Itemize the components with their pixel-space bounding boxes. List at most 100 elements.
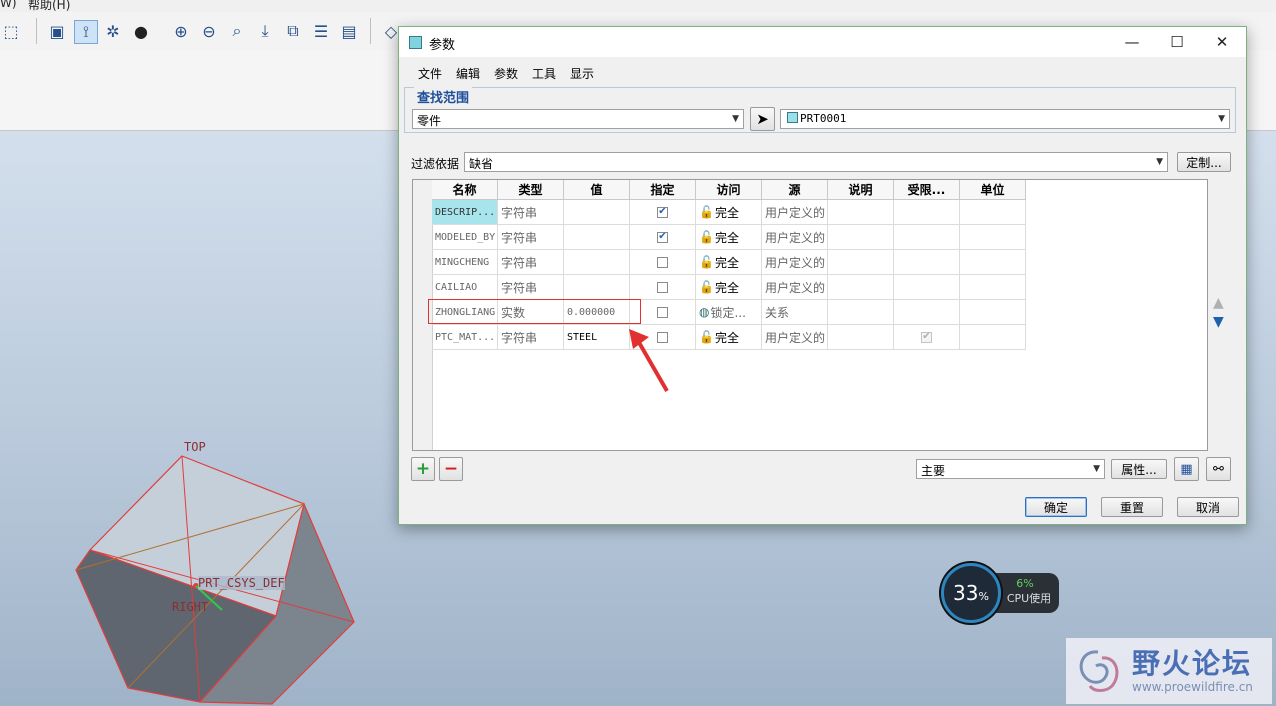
col-restricted[interactable]: 受限... (894, 180, 960, 200)
reset-button[interactable]: 重置 (1101, 497, 1163, 517)
menu-tools[interactable]: 工具 (532, 65, 556, 82)
table-row[interactable]: DESCRIP... 字符串 ✔ 🔓 完全 用户定义的 (432, 200, 1026, 225)
restricted-cell[interactable]: ✔ (894, 325, 960, 350)
unit-cell[interactable] (960, 325, 1026, 350)
col-name[interactable]: 名称 (432, 180, 498, 200)
col-unit[interactable]: 单位 (960, 180, 1026, 200)
unit-cell[interactable] (960, 200, 1026, 225)
table-row[interactable]: PTC_MAT... 字符串 STEEL 🔓 完全 用户定义的 ✔ (432, 325, 1026, 350)
designate-cell[interactable]: ✔ (630, 225, 696, 250)
reorient-icon[interactable]: ⤓ (254, 20, 276, 42)
remove-parameter-button[interactable]: − (439, 457, 463, 481)
param-name-cell[interactable]: DESCRIP... (432, 200, 498, 225)
unit-cell[interactable] (960, 250, 1026, 275)
description-cell[interactable] (828, 250, 894, 275)
checkbox-unchecked[interactable] (657, 256, 668, 268)
source-cell[interactable]: 关系 (762, 300, 828, 325)
saved-views-icon[interactable]: ⧉ (282, 20, 304, 42)
table-row[interactable]: MODELED_BY 字符串 ✔ 🔓 完全 用户定义的 (432, 225, 1026, 250)
table-columns-button[interactable]: ▦ (1174, 457, 1199, 481)
param-value-cell[interactable] (564, 250, 630, 275)
access-cell[interactable]: 🔓 完全 (696, 200, 762, 225)
menu-help[interactable]: 帮助(H) (28, 0, 70, 12)
filter-select[interactable]: 缺省 ▼ (464, 152, 1168, 172)
restricted-cell[interactable] (894, 250, 960, 275)
appearance-icon[interactable]: ▤ (338, 20, 360, 42)
menu-edit[interactable]: 编辑 (456, 65, 480, 82)
datum-display-icon[interactable]: ⟟ (74, 20, 98, 44)
param-name-cell[interactable]: MINGCHENG (432, 250, 498, 275)
param-type-cell[interactable]: 字符串 (498, 325, 564, 350)
layers-icon[interactable]: ☰ (310, 20, 332, 42)
menu-window[interactable]: W) (0, 0, 17, 10)
col-designate[interactable]: 指定 (630, 180, 696, 200)
ok-button[interactable]: 确定 (1025, 497, 1087, 517)
close-button[interactable]: ✕ (1199, 27, 1245, 57)
description-cell[interactable] (828, 200, 894, 225)
scope-type-select[interactable]: 零件 ▼ (412, 109, 744, 129)
param-type-cell[interactable]: 字符串 (498, 200, 564, 225)
move-up-icon[interactable]: ▲ (1213, 295, 1229, 311)
restricted-cell[interactable] (894, 200, 960, 225)
checkbox-unchecked[interactable] (657, 306, 668, 318)
param-value-cell[interactable] (564, 200, 630, 225)
menu-display[interactable]: 显示 (570, 65, 594, 82)
add-parameter-button[interactable]: + (411, 457, 435, 481)
zoom-in-icon[interactable]: ⊕ (170, 20, 192, 42)
description-cell[interactable] (828, 325, 894, 350)
param-name-cell[interactable]: CAILIAO (432, 275, 498, 300)
move-down-icon[interactable]: ▼ (1213, 311, 1229, 333)
col-source[interactable]: 源 (762, 180, 828, 200)
spin-center-icon[interactable]: ✲ (102, 20, 124, 42)
access-cell[interactable]: 🔓 完全 (696, 325, 762, 350)
source-cell[interactable]: 用户定义的 (762, 275, 828, 300)
refit-icon[interactable]: ⌕ (226, 20, 248, 42)
col-description[interactable]: 说明 (828, 180, 894, 200)
minimize-button[interactable]: — (1109, 27, 1155, 57)
param-type-cell[interactable]: 字符串 (498, 250, 564, 275)
unit-cell[interactable] (960, 275, 1026, 300)
param-value-cell[interactable] (564, 225, 630, 250)
table-row[interactable]: CAILIAO 字符串 🔓 完全 用户定义的 (432, 275, 1026, 300)
param-value-cell[interactable] (564, 275, 630, 300)
unit-cell[interactable] (960, 225, 1026, 250)
find-button[interactable]: ⚯ (1206, 457, 1231, 481)
param-value-cell[interactable]: STEEL (564, 325, 630, 350)
repaint-icon[interactable]: ▣ (46, 20, 68, 42)
customize-button[interactable]: 定制... (1177, 152, 1231, 172)
param-type-cell[interactable]: 字符串 (498, 225, 564, 250)
dialog-titlebar[interactable]: 参数 — ☐ ✕ (399, 27, 1246, 57)
source-cell[interactable]: 用户定义的 (762, 250, 828, 275)
unit-cell[interactable] (960, 300, 1026, 325)
access-cell[interactable]: 🔓 完全 (696, 225, 762, 250)
cancel-button[interactable]: 取消 (1177, 497, 1239, 517)
description-cell[interactable] (828, 275, 894, 300)
source-cell[interactable]: 用户定义的 (762, 325, 828, 350)
restricted-cell[interactable] (894, 300, 960, 325)
checkbox-checked[interactable]: ✔ (657, 231, 668, 243)
restricted-cell[interactable] (894, 275, 960, 300)
description-cell[interactable] (828, 300, 894, 325)
checkbox-unchecked[interactable] (657, 281, 668, 293)
designate-cell[interactable] (630, 275, 696, 300)
access-cell[interactable]: 🔓 完全 (696, 275, 762, 300)
source-cell[interactable]: 用户定义的 (762, 200, 828, 225)
maximize-button[interactable]: ☐ (1154, 27, 1200, 57)
param-name-cell[interactable]: MODELED_BY (432, 225, 498, 250)
col-value[interactable]: 值 (564, 180, 630, 200)
access-cell[interactable]: 🔓 完全 (696, 250, 762, 275)
view-select[interactable]: 主要 ▼ (916, 459, 1105, 479)
menu-parameters[interactable]: 参数 (494, 65, 518, 82)
designate-cell[interactable] (630, 250, 696, 275)
source-cell[interactable]: 用户定义的 (762, 225, 828, 250)
col-type[interactable]: 类型 (498, 180, 564, 200)
param-type-cell[interactable]: 字符串 (498, 275, 564, 300)
model-select[interactable]: PRT0001 ▼ (780, 109, 1230, 129)
designate-cell[interactable]: ✔ (630, 200, 696, 225)
description-cell[interactable] (828, 225, 894, 250)
table-row[interactable]: MINGCHENG 字符串 🔓 完全 用户定义的 (432, 250, 1026, 275)
menu-file[interactable]: 文件 (418, 65, 442, 82)
restricted-cell[interactable] (894, 225, 960, 250)
shading-icon[interactable]: ● (130, 20, 152, 42)
select-model-button[interactable]: ➤ (750, 107, 775, 131)
